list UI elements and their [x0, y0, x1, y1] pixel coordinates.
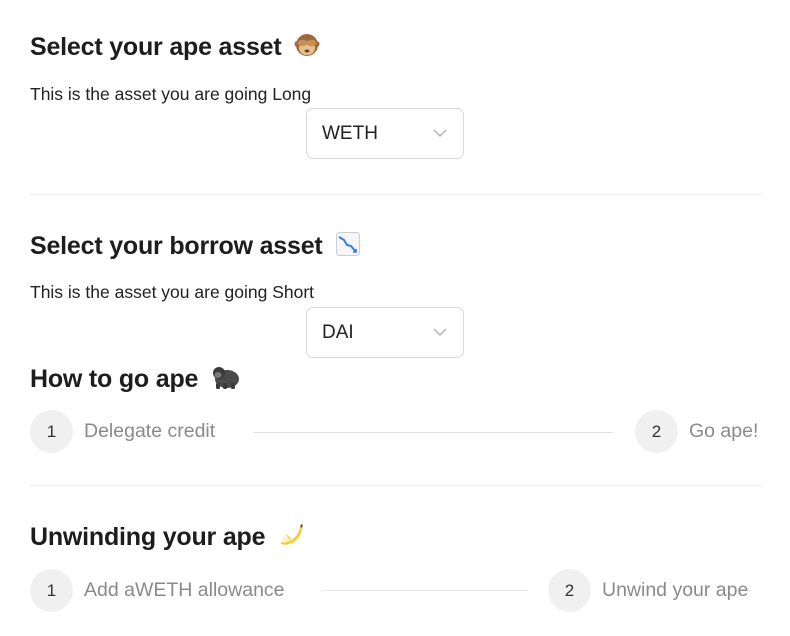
unwind-step-2-label[interactable]: Unwind your ape [602, 579, 748, 602]
ape-asset-subtitle: This is the asset you are going Long [30, 84, 312, 104]
section-divider [30, 194, 763, 195]
unwind-step-1-number: 1 [30, 569, 73, 612]
gorilla-icon [211, 364, 241, 397]
go-ape-step-1-number: 1 [30, 410, 73, 453]
see-no-evil-monkey-icon [294, 32, 320, 65]
unwind-step-1-label[interactable]: Add aWETH allowance [84, 579, 285, 602]
borrow-asset-select[interactable]: DAI [306, 307, 464, 358]
go-ape-step-2-number: 2 [635, 410, 678, 453]
unwind-title: Unwinding your ape [30, 522, 304, 555]
ape-asset-select-value: WETH [322, 123, 378, 144]
chart-decreasing-icon [335, 231, 361, 264]
go-ape-step-1-label[interactable]: Delegate credit [84, 420, 215, 443]
ape-asset-select[interactable]: WETH [306, 108, 464, 159]
section-divider [30, 485, 763, 486]
borrow-asset-subtitle: This is the asset you are going Short [30, 282, 315, 302]
go-ape-step-2-label[interactable]: Go ape! [689, 420, 758, 443]
chevron-down-icon [433, 126, 447, 138]
unwind-step-2-number: 2 [548, 569, 591, 612]
ape-asset-title: Select your ape asset [30, 32, 320, 65]
go-ape-title: How to go ape [30, 364, 241, 397]
banana-icon [278, 522, 304, 555]
step-connector [253, 432, 614, 433]
borrow-asset-title: Select your borrow asset [30, 231, 361, 264]
step-connector [322, 590, 528, 591]
chevron-down-icon [433, 325, 447, 337]
borrow-asset-select-value: DAI [322, 322, 354, 343]
